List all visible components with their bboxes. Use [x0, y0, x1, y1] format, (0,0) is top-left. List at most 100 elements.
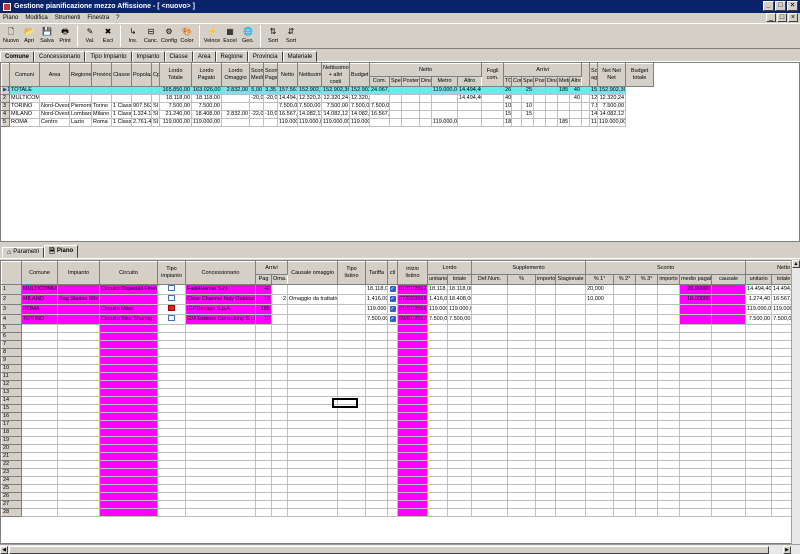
table-row[interactable]: 27: [1, 500, 799, 509]
table-cell[interactable]: 1 Classe: [111, 118, 132, 127]
table-cell[interactable]: [157, 340, 186, 349]
table-cell[interactable]: [446, 460, 473, 469]
netto-sub-header[interactable]: Spec.: [389, 76, 402, 87]
table-cell[interactable]: Lazio: [69, 118, 92, 127]
table-cell[interactable]: [507, 364, 537, 373]
table-cell[interactable]: [745, 356, 773, 365]
row-header[interactable]: 3: [1, 102, 10, 111]
table-cell[interactable]: [419, 94, 432, 103]
table-cell[interactable]: [365, 452, 388, 461]
table-cell[interactable]: 2.832,00: [221, 86, 250, 95]
lordo-unitario-cell[interactable]: 119.000,00: [427, 304, 448, 315]
table-cell[interactable]: [507, 444, 537, 453]
table-cell[interactable]: [679, 492, 713, 501]
oma-cell[interactable]: 2: [271, 294, 288, 305]
pag-cell[interactable]: 40: [255, 284, 272, 295]
plan-col-header[interactable]: Tipo impianto: [157, 261, 186, 285]
lordo-sub-header[interactable]: unitario: [427, 274, 448, 285]
table-cell[interactable]: [456, 110, 483, 119]
vertical-scrollbar[interactable]: ▲: [791, 260, 800, 544]
table-cell[interactable]: [427, 452, 448, 461]
table-cell[interactable]: 3,35: [263, 86, 278, 95]
table-cell[interactable]: [507, 500, 537, 509]
table-row[interactable]: 23: [1, 468, 799, 477]
table-cell[interactable]: [337, 324, 366, 333]
netto-sub-header[interactable]: Altro: [456, 76, 483, 87]
supplemento-cell[interactable]: [507, 284, 537, 295]
table-cell[interactable]: [711, 356, 747, 365]
plan-col-header[interactable]: Impianto: [57, 261, 100, 285]
table-cell[interactable]: 25: [521, 86, 535, 95]
table-cell[interactable]: [369, 94, 390, 103]
table-row[interactable]: 25: [1, 484, 799, 493]
tipo-impianto-cell[interactable]: [157, 304, 186, 315]
netto-sub-header[interactable]: Metro: [431, 76, 458, 87]
table-cell[interactable]: [471, 348, 509, 357]
table-cell[interactable]: [446, 404, 473, 413]
table-cell[interactable]: [471, 508, 509, 517]
supplemento-cell[interactable]: [555, 294, 587, 305]
table-cell[interactable]: [337, 380, 366, 389]
concessionario-cell[interactable]: IGPDecaux S.p.A.: [185, 304, 256, 315]
table-cell[interactable]: [635, 396, 659, 405]
table-cell[interactable]: [613, 468, 637, 477]
row-header[interactable]: 28: [1, 508, 22, 517]
netto-sub-header[interactable]: unitario: [745, 274, 773, 285]
table-cell[interactable]: 119.000,00: [191, 118, 222, 127]
table-cell[interactable]: [557, 102, 571, 111]
table-cell[interactable]: 21.240,00: [159, 110, 192, 119]
table-cell[interactable]: [555, 324, 587, 333]
table-cell[interactable]: [471, 468, 509, 477]
scroll-right-arrow-icon[interactable]: ▶: [783, 546, 791, 554]
table-cell[interactable]: [635, 452, 659, 461]
table-cell[interactable]: [365, 492, 388, 501]
causale-sconto-cell[interactable]: [711, 304, 747, 315]
table-cell[interactable]: [745, 404, 773, 413]
table-cell[interactable]: [507, 468, 537, 477]
table-cell[interactable]: [157, 508, 186, 517]
table-cell[interactable]: [481, 118, 505, 127]
table-cell[interactable]: [157, 332, 186, 341]
table-cell[interactable]: TOTALE: [9, 86, 40, 95]
table-cell[interactable]: [185, 412, 256, 421]
table-cell[interactable]: [271, 340, 288, 349]
arrivi-group-header[interactable]: Arrivi: [503, 63, 583, 77]
table-cell[interactable]: [446, 452, 473, 461]
table-cell[interactable]: [365, 436, 388, 445]
table-cell[interactable]: [585, 340, 615, 349]
table-cell[interactable]: [507, 476, 537, 485]
table-cell[interactable]: [711, 428, 747, 437]
table-cell[interactable]: [446, 444, 473, 453]
pag-cell[interactable]: 13: [255, 294, 272, 305]
table-cell[interactable]: [555, 372, 587, 381]
table-cell[interactable]: [555, 404, 587, 413]
table-cell[interactable]: [427, 436, 448, 445]
table-cell[interactable]: [271, 452, 288, 461]
table-cell[interactable]: [287, 356, 338, 365]
tariffa-cell[interactable]: 1.416,00: [365, 294, 388, 305]
row-header[interactable]: 23: [1, 468, 22, 477]
row-header[interactable]: 14: [1, 396, 22, 405]
table-cell[interactable]: TORINO: [9, 102, 40, 111]
table-cell[interactable]: [657, 348, 681, 357]
table-cell[interactable]: 12.320,24: [349, 94, 370, 103]
table-row[interactable]: 1MULTICOMUNE Circuito Ospedali Firenze Fas…: [1, 284, 799, 295]
table-cell[interactable]: [446, 356, 473, 365]
supplemento-group-header[interactable]: Supplemento: [471, 261, 587, 275]
table-cell[interactable]: [57, 372, 100, 381]
table-cell[interactable]: [745, 396, 773, 405]
sconto-sub-header[interactable]: % 1°: [585, 274, 615, 285]
table-cell[interactable]: [271, 460, 288, 469]
table-cell[interactable]: [635, 380, 659, 389]
table-row[interactable]: 4 TORINO Circuito Bike Sharing GM Esterne C…: [1, 314, 799, 325]
toolbar-ins-button[interactable]: ↳ Ins.: [124, 24, 142, 48]
table-cell[interactable]: [337, 340, 366, 349]
table-cell[interactable]: [679, 356, 713, 365]
table-row[interactable]: 15: [1, 404, 799, 413]
table-cell[interactable]: [69, 86, 92, 95]
table-cell[interactable]: [535, 452, 557, 461]
table-cell[interactable]: [427, 356, 448, 365]
table-cell[interactable]: [185, 476, 256, 485]
table-cell[interactable]: [679, 364, 713, 373]
table-cell[interactable]: [679, 508, 713, 517]
